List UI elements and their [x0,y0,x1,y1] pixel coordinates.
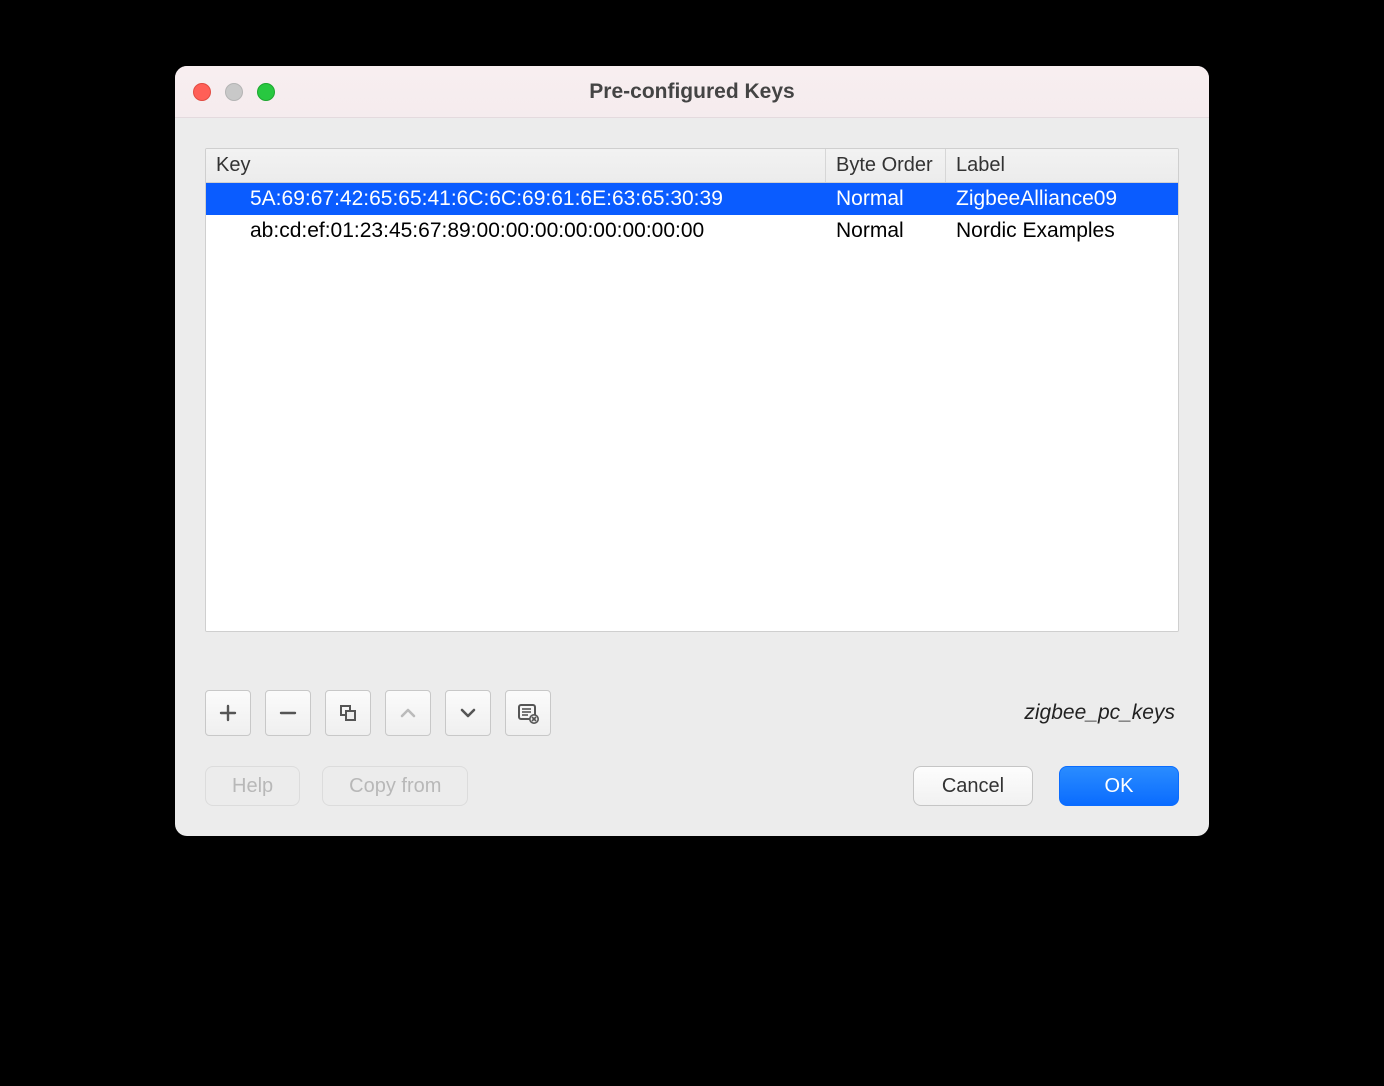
clear-all-button[interactable] [505,690,551,736]
clear-list-icon [517,702,539,724]
copy-from-button[interactable]: Copy from [322,766,468,806]
cell-label: ZigbeeAlliance09 [946,187,1178,211]
plus-icon [219,704,237,722]
cell-key: 5A:69:67:42:65:65:41:6C:6C:69:61:6E:63:6… [206,187,826,211]
copy-icon [338,703,358,723]
copy-button[interactable] [325,690,371,736]
column-header-order[interactable]: Byte Order [826,149,946,182]
table-row[interactable]: 5A:69:67:42:65:65:41:6C:6C:69:61:6E:63:6… [206,183,1178,215]
cell-byte-order: Normal [826,219,946,243]
move-up-button[interactable] [385,690,431,736]
table-row[interactable]: ab:cd:ef:01:23:45:67:89:00:00:00:00:00:0… [206,215,1178,247]
table-header: Key Byte Order Label [206,149,1178,183]
chevron-down-icon [458,703,478,723]
footer-right: Cancel OK [913,766,1179,806]
dialog-window: Pre-configured Keys Key Byte Order Label… [175,66,1209,836]
help-button[interactable]: Help [205,766,300,806]
cell-byte-order: Normal [826,187,946,211]
content-area: Key Byte Order Label 5A:69:67:42:65:65:4… [175,118,1209,756]
cell-label: Nordic Examples [946,219,1178,243]
footer: Help Copy from Cancel OK [175,756,1209,836]
titlebar: Pre-configured Keys [175,66,1209,118]
profile-name-label: zigbee_pc_keys [1024,701,1175,725]
add-button[interactable] [205,690,251,736]
cancel-button[interactable]: Cancel [913,766,1033,806]
toolbar-row: zigbee_pc_keys [205,690,1179,736]
chevron-up-icon [398,703,418,723]
minus-icon [279,704,297,722]
icon-buttons [205,690,551,736]
ok-button[interactable]: OK [1059,766,1179,806]
column-header-label[interactable]: Label [946,149,1178,182]
cell-key: ab:cd:ef:01:23:45:67:89:00:00:00:00:00:0… [206,219,826,243]
remove-button[interactable] [265,690,311,736]
column-header-key[interactable]: Key [206,149,826,182]
move-down-button[interactable] [445,690,491,736]
keys-table: Key Byte Order Label 5A:69:67:42:65:65:4… [205,148,1179,632]
table-body: 5A:69:67:42:65:65:41:6C:6C:69:61:6E:63:6… [206,183,1178,631]
footer-left: Help Copy from [205,766,468,806]
window-title: Pre-configured Keys [175,80,1209,104]
